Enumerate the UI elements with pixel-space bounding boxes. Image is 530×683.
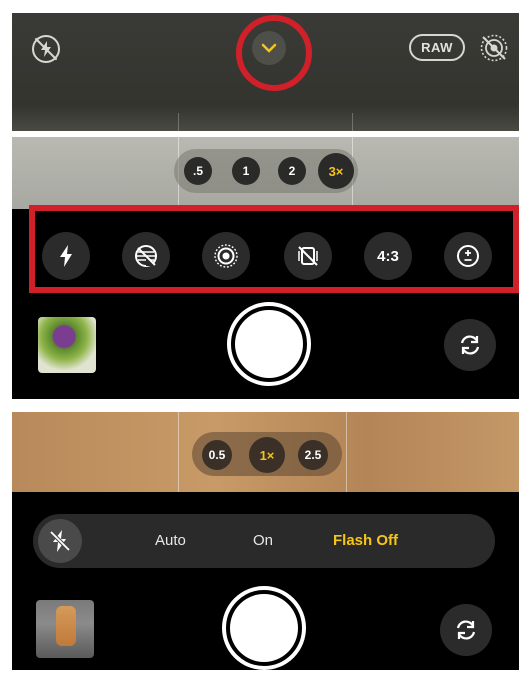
last-photo-thumbnail[interactable] [38, 317, 96, 373]
flash-mode-bar: Auto On Flash Off [33, 514, 495, 568]
top-bar-panel: RAW [12, 13, 519, 131]
camera-controls-panel: .5 1 2 3× 4:3 [12, 137, 519, 399]
night-mode-button[interactable] [122, 232, 170, 280]
switch-camera-icon [460, 335, 480, 355]
switch-camera-button[interactable] [440, 604, 492, 656]
flash-options-panel: 0.5 1× 2.5 Auto On Flash Off [12, 412, 519, 670]
live-photo-icon [214, 244, 238, 268]
flash-button[interactable] [42, 232, 90, 280]
zoom-2.5-button[interactable]: 2.5 [298, 440, 328, 470]
flash-off-option[interactable]: Flash Off [333, 532, 398, 549]
switch-camera-icon [456, 620, 476, 640]
flash-icon [60, 245, 72, 267]
zoom-0.5-button[interactable]: 0.5 [202, 440, 232, 470]
grid-line [346, 412, 347, 492]
shutter-button[interactable] [222, 586, 306, 670]
flash-off-icon [49, 530, 71, 552]
last-photo-thumbnail[interactable] [36, 600, 94, 658]
flash-off-button[interactable] [38, 519, 82, 563]
styles-off-button[interactable] [284, 232, 332, 280]
zoom-1-button[interactable]: 1 [232, 157, 260, 185]
switch-camera-button[interactable] [444, 319, 496, 371]
flash-auto-option[interactable]: Auto [155, 532, 186, 549]
night-mode-icon [135, 245, 157, 267]
aspect-ratio-label: 4:3 [377, 247, 399, 265]
grid-line [178, 412, 179, 492]
zoom-1x-button[interactable]: 1× [249, 437, 285, 473]
live-photo-button[interactable] [202, 232, 250, 280]
exposure-icon [457, 245, 479, 267]
flash-on-option[interactable]: On [253, 532, 273, 549]
raw-button[interactable]: RAW [409, 34, 465, 61]
zoom-0.5-button[interactable]: .5 [184, 157, 212, 185]
zoom-3x-button[interactable]: 3× [318, 153, 354, 189]
highlight-circle [236, 15, 312, 91]
shutter-button[interactable] [227, 302, 311, 386]
live-photo-off-icon[interactable] [479, 33, 509, 63]
grid-line [178, 113, 179, 131]
zoom-2-button[interactable]: 2 [278, 157, 306, 185]
aspect-ratio-button[interactable]: 4:3 [364, 232, 412, 280]
exposure-button[interactable] [444, 232, 492, 280]
flash-off-icon[interactable] [32, 35, 60, 63]
styles-off-icon [298, 246, 318, 266]
grid-line [352, 113, 353, 131]
